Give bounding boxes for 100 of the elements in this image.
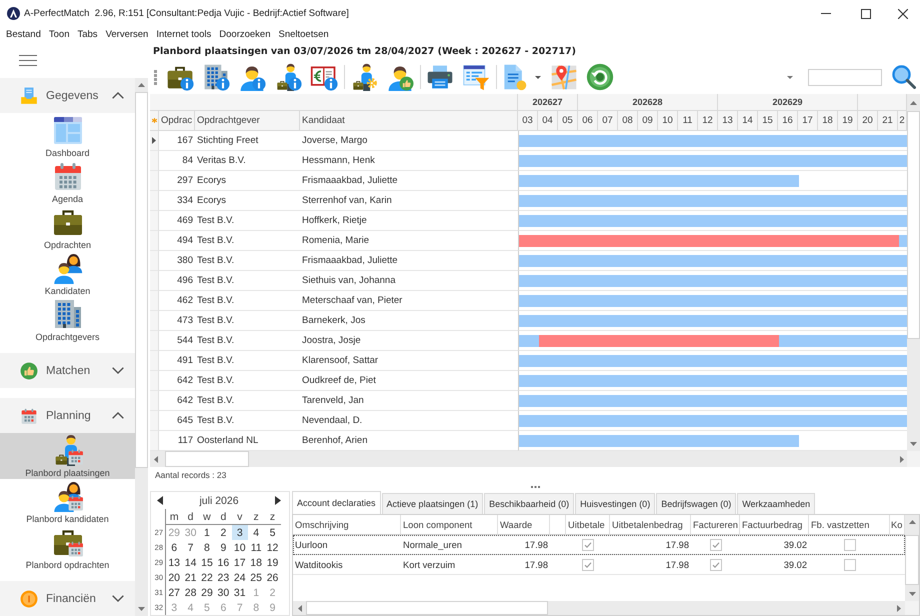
column-header[interactable]: Uitbetalenbedrag	[610, 515, 691, 535]
schedule-bar[interactable]	[519, 194, 907, 206]
column-header[interactable]: Kandidaat	[300, 111, 518, 131]
menu-item[interactable]: Internet tools	[152, 29, 216, 40]
calendar-day[interactable]: 18	[248, 555, 264, 570]
checkbox[interactable]	[844, 558, 856, 570]
horizontal-scrollbar[interactable]	[150, 451, 907, 467]
schedule-bar[interactable]	[519, 294, 907, 306]
calendar-day[interactable]: 27	[166, 585, 182, 600]
schedule-bar[interactable]	[519, 174, 800, 186]
scroll-right-icon[interactable]	[896, 604, 900, 612]
calendar-day[interactable]: 26	[264, 570, 281, 585]
previous-month-icon[interactable]	[157, 496, 163, 505]
scroll-left-icon[interactable]	[154, 456, 158, 462]
schedule-bar[interactable]	[519, 354, 907, 366]
column-header[interactable]: Omschrijving	[293, 515, 401, 535]
calendar-day[interactable]: 31	[232, 585, 248, 600]
calendar-day[interactable]: 8	[198, 540, 216, 555]
calendar-day[interactable]: 17	[232, 555, 248, 570]
schedule-bar[interactable]	[519, 434, 800, 446]
calendar-day[interactable]: 23	[215, 570, 232, 585]
schedule-bar[interactable]	[519, 214, 907, 226]
column-header[interactable]: Loon component	[401, 515, 498, 535]
schedule-bar[interactable]	[519, 334, 540, 346]
vertical-scrollbar[interactable]	[905, 515, 919, 601]
table-row[interactable]: Uurloon Normale_uren 17.98 17.98 39.02	[293, 535, 905, 555]
calendar-day[interactable]: 14	[182, 555, 199, 570]
scroll-up-icon[interactable]	[910, 100, 917, 104]
section-header[interactable]: Matchen	[0, 353, 135, 388]
scroll-left-icon[interactable]	[298, 604, 302, 612]
scroll-down-icon[interactable]	[138, 607, 145, 611]
calendar-day[interactable]: 22	[198, 570, 216, 585]
calendar-day[interactable]: 5	[264, 525, 281, 540]
calendar-day[interactable]: 1	[198, 525, 216, 540]
menu-item[interactable]: Toon	[44, 29, 74, 40]
menu-item[interactable]: Sneltoetsen	[274, 29, 333, 40]
schedule-bar[interactable]	[519, 254, 907, 266]
tab[interactable]: Huisvestingen (0)	[575, 493, 656, 514]
scroll-up-icon[interactable]	[908, 520, 916, 524]
scroll-thumb[interactable]	[905, 535, 919, 585]
calendar-day[interactable]: 21	[182, 570, 199, 585]
calendar-day[interactable]: 12	[264, 540, 281, 555]
menu-item[interactable]: Verversen	[102, 29, 152, 40]
menu-item[interactable]: Bestand	[2, 29, 45, 40]
checkbox[interactable]	[710, 558, 722, 570]
calendar-day[interactable]: 19	[264, 555, 281, 570]
calendar-day[interactable]: 24	[232, 570, 248, 585]
scroll-down-icon[interactable]	[910, 442, 917, 446]
tab[interactable]: Werkzaamheden	[737, 493, 816, 514]
column-header[interactable]: Uitbetale	[566, 515, 610, 535]
section-header[interactable]: Financiën	[0, 581, 135, 616]
grip-icon[interactable]	[154, 70, 157, 84]
column-header[interactable]: Opdrac	[159, 111, 195, 131]
calendar-day[interactable]: 15	[198, 555, 216, 570]
scroll-right-icon[interactable]	[900, 456, 904, 462]
calendar-day[interactable]: 13	[166, 555, 182, 570]
calendar-day[interactable]: 11	[248, 540, 264, 555]
scroll-thumb[interactable]	[907, 111, 920, 339]
calendar-day[interactable]: 3	[232, 525, 248, 540]
row-selector[interactable]	[150, 131, 159, 151]
calendar-day[interactable]: 7	[182, 540, 199, 555]
checkbox[interactable]	[582, 538, 594, 550]
scroll-thumb[interactable]	[306, 601, 548, 615]
column-header[interactable]: Fb. vastzetten	[809, 515, 890, 535]
schedule-bar[interactable]	[519, 274, 907, 286]
section-header[interactable]: Planning	[0, 398, 135, 433]
tab[interactable]: Actieve plaatsingen (1)	[382, 493, 484, 514]
column-header[interactable]: Factuurbedrag	[740, 515, 809, 535]
scroll-thumb[interactable]	[165, 451, 249, 467]
tab[interactable]: Account declaraties	[292, 491, 381, 514]
menu-item[interactable]: Tabs	[73, 29, 102, 40]
calendar-day[interactable]: 4	[248, 525, 264, 540]
column-header[interactable]: Waarde	[498, 515, 550, 535]
section-header[interactable]: Gegevens	[0, 78, 135, 113]
checkbox[interactable]	[844, 538, 856, 550]
checkbox[interactable]	[710, 538, 722, 550]
calendar-day[interactable]: 20	[166, 570, 182, 585]
horizontal-scrollbar[interactable]	[293, 601, 905, 615]
column-header[interactable]: Opdrachtgever	[195, 111, 300, 131]
schedule-bar[interactable]	[539, 334, 780, 346]
schedule-bar[interactable]	[519, 414, 907, 426]
schedule-bar[interactable]	[519, 394, 907, 406]
schedule-bar[interactable]	[519, 374, 907, 386]
scroll-thumb[interactable]	[135, 92, 148, 468]
checkbox[interactable]	[582, 558, 594, 570]
schedule-bar[interactable]	[519, 234, 899, 246]
calendar-day[interactable]: 6	[166, 540, 182, 555]
tab[interactable]: Bedrijfswagen (0)	[656, 493, 736, 514]
next-month-icon[interactable]	[275, 496, 281, 505]
calendar-day[interactable]: 9	[215, 540, 232, 555]
calendar-day[interactable]: 30	[215, 585, 232, 600]
vertical-scrollbar[interactable]	[907, 94, 920, 451]
calendar-day[interactable]: 28	[182, 585, 199, 600]
schedule-bar[interactable]	[519, 134, 907, 146]
menu-item[interactable]: Doorzoeken	[215, 29, 274, 40]
vertical-scrollbar[interactable]	[135, 78, 148, 616]
calendar-day[interactable]: 29	[198, 585, 216, 600]
schedule-bar[interactable]	[519, 154, 907, 166]
calendar-day[interactable]: 16	[215, 555, 232, 570]
menu-icon[interactable]	[19, 54, 37, 66]
